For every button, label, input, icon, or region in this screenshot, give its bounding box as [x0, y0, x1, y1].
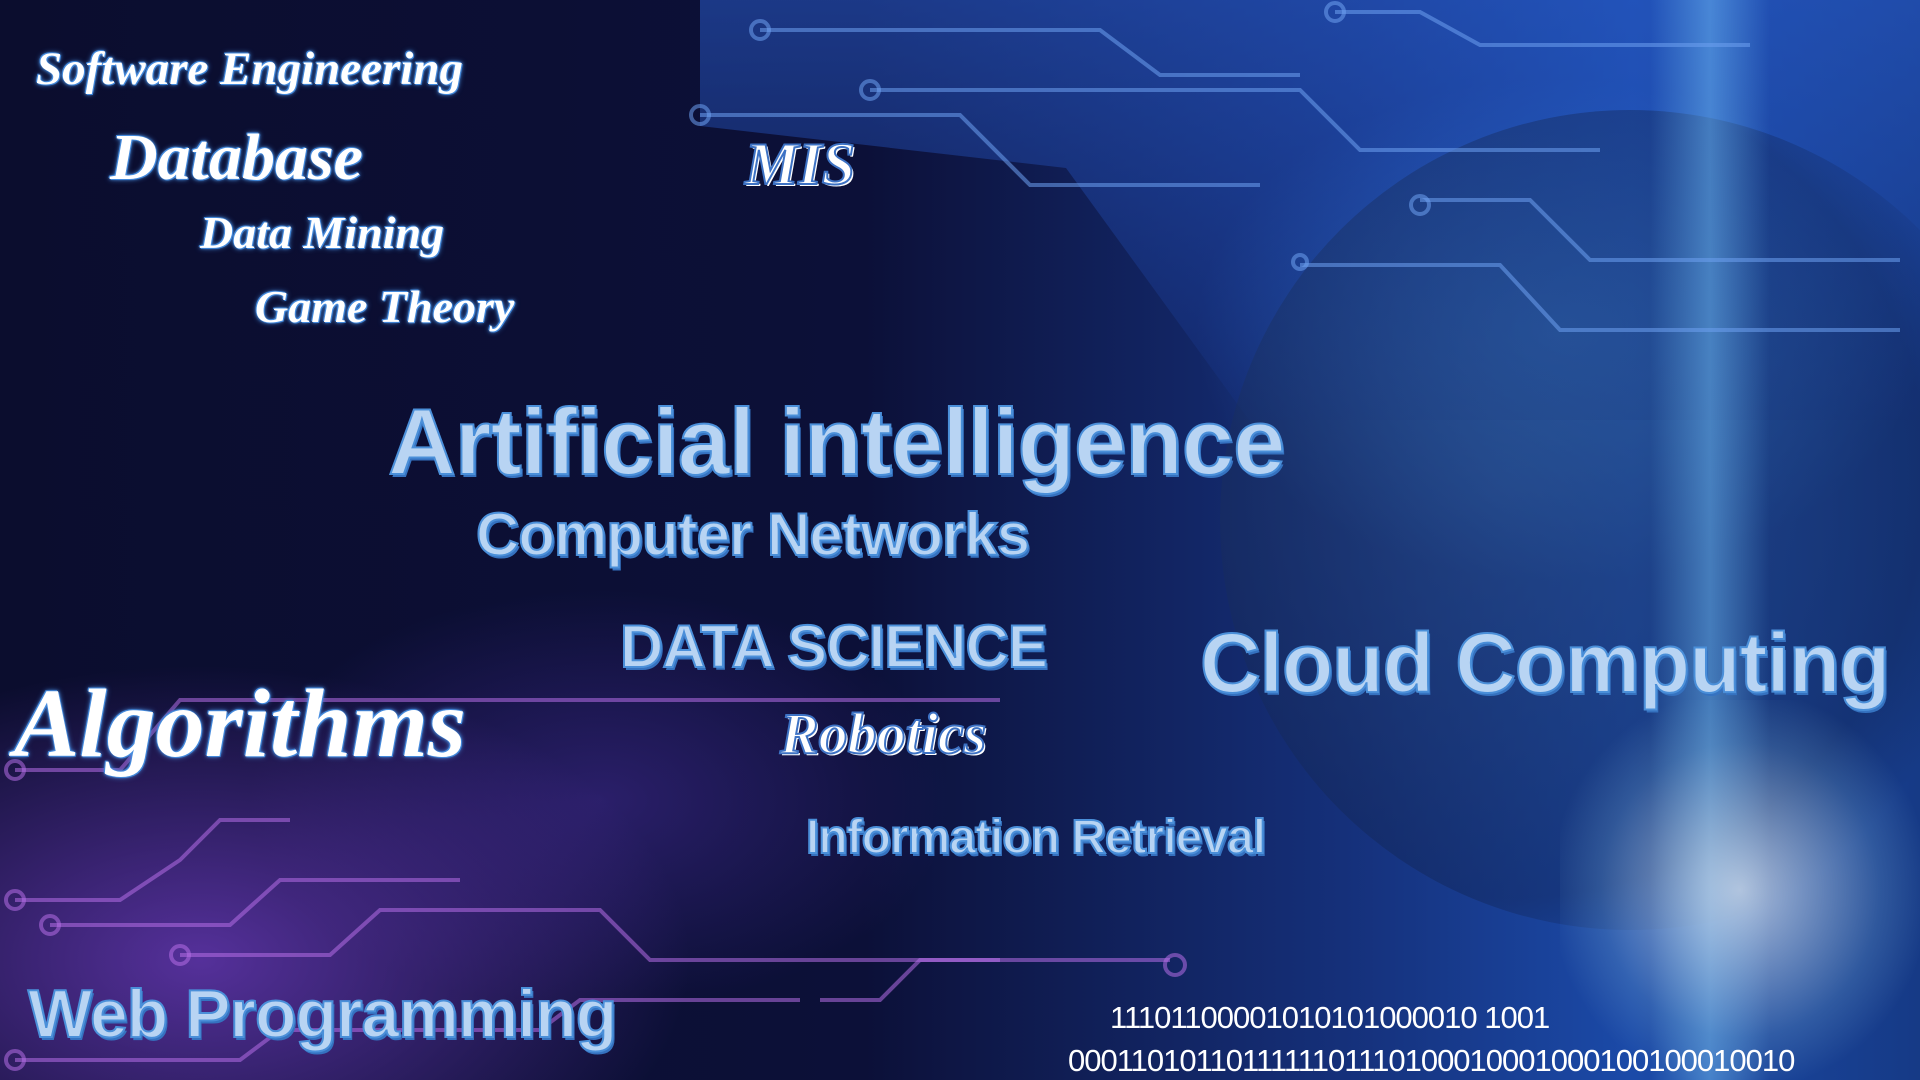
- word-mis: MIS: [744, 130, 856, 198]
- word-algorithms: Algorithms: [14, 670, 467, 778]
- word-database: Database: [110, 121, 363, 194]
- circuit-trace: [760, 28, 1300, 77]
- word-software-engineering: Software Engineering: [36, 43, 463, 95]
- circuit-trace: [180, 908, 1000, 962]
- word-information-retrieval: Information Retrieval: [805, 810, 1267, 865]
- circuit-trace: [870, 88, 1600, 152]
- circuit-trace: [820, 958, 1170, 1002]
- binary-line-2: 0001101011011111101110100010001000100100…: [1068, 1043, 1795, 1078]
- word-data-science: DATA SCIENCE: [619, 612, 1049, 681]
- binary-line-1: 11101100001010101000010 1001: [1110, 1000, 1550, 1035]
- circuit-trace: [50, 878, 460, 927]
- circuit-trace: [15, 818, 290, 902]
- word-data-mining: Data Mining: [200, 207, 445, 258]
- circuit-trace: [1300, 263, 1900, 332]
- circuit-node: [1163, 953, 1187, 977]
- word-cloud-computing: Cloud Computing: [1199, 615, 1891, 711]
- word-web-programming: Web Programming: [27, 975, 618, 1053]
- word-robotics: Robotics: [779, 700, 987, 767]
- circuit-trace: [1335, 10, 1750, 47]
- word-computer-networks: Computer Networks: [475, 500, 1031, 569]
- circuit-trace: [1420, 198, 1900, 262]
- word-game-theory: Game Theory: [255, 281, 515, 332]
- word-artificial-intelligence: Artificial intelligence: [387, 388, 1286, 495]
